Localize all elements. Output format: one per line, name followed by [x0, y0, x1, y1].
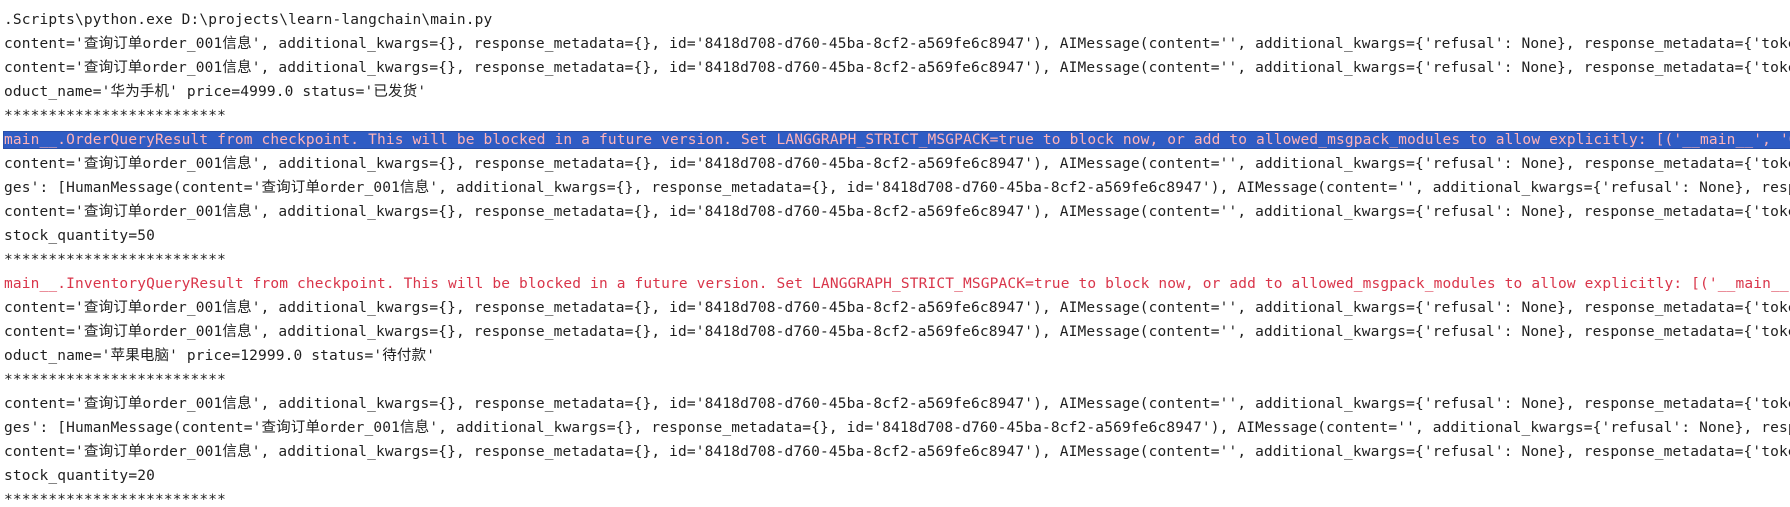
- console-line: content='查询订单order_001信息', additional_kw…: [4, 204, 1790, 220]
- console-line: content='查询订单order_001信息', additional_kw…: [4, 60, 1790, 76]
- console-line: ges': [HumanMessage(content='查询订单order_0…: [4, 420, 1790, 436]
- console-line: oduct_name='苹果电脑' price=12999.0 status='…: [4, 348, 436, 364]
- console-output-panel[interactable]: .Scripts\python.exe D:\projects\learn-la…: [0, 0, 1790, 507]
- console-line: content='查询订单order_001信息', additional_kw…: [4, 324, 1790, 340]
- console-line-warning-selected: main__.OrderQueryResult from checkpoint.…: [0, 128, 1790, 152]
- console-line: stock_quantity=50: [4, 228, 155, 244]
- console-line: content='查询订单order_001信息', additional_kw…: [4, 156, 1790, 172]
- console-line: content='查询订单order_001信息', additional_kw…: [4, 444, 1790, 460]
- console-line-separator: *************************: [4, 252, 226, 268]
- console-line-warning: main__.InventoryQueryResult from checkpo…: [4, 276, 1790, 292]
- console-line-separator: *************************: [4, 108, 226, 124]
- console-line: ges': [HumanMessage(content='查询订单order_0…: [4, 180, 1790, 196]
- selected-text[interactable]: main__.OrderQueryResult from checkpoint.…: [4, 132, 1790, 148]
- console-line: content='查询订单order_001信息', additional_kw…: [4, 300, 1790, 316]
- console-line-command: .Scripts\python.exe D:\projects\learn-la…: [4, 12, 493, 28]
- console-line: stock_quantity=20: [4, 468, 155, 484]
- console-line: content='查询订单order_001信息', additional_kw…: [4, 396, 1790, 412]
- console-line-separator: *************************: [4, 372, 226, 388]
- console-line-separator: *************************: [4, 492, 226, 507]
- console-line: oduct_name='华为手机' price=4999.0 status='已…: [4, 84, 427, 100]
- console-line: content='查询订单order_001信息', additional_kw…: [4, 36, 1790, 52]
